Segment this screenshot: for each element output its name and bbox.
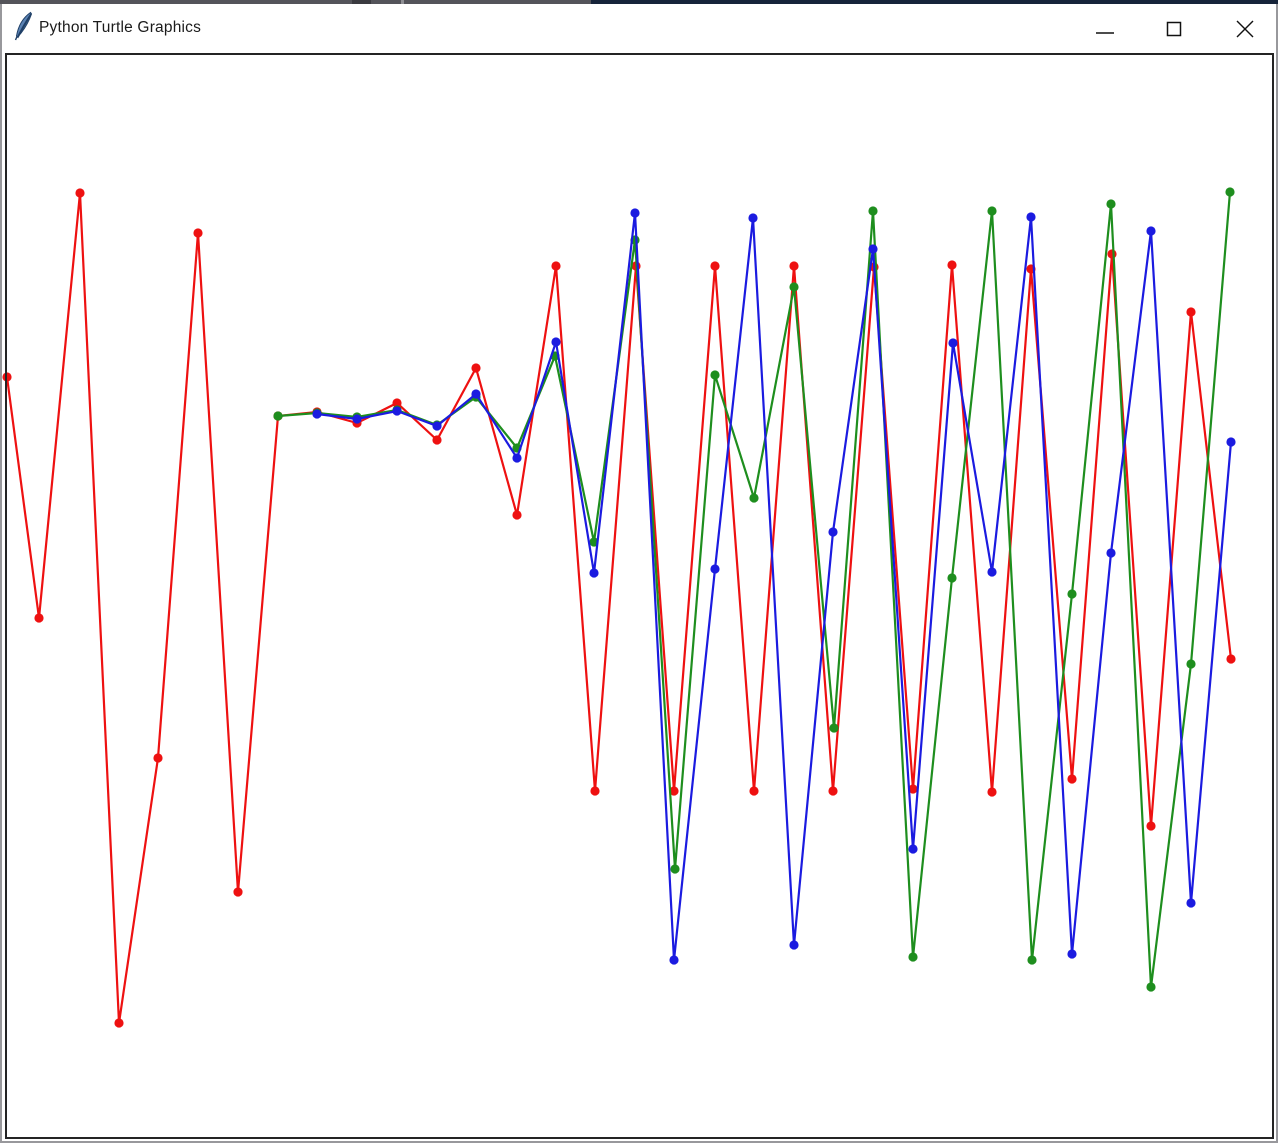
background-window-strip (0, 0, 1278, 4)
maximize-icon (1163, 18, 1185, 40)
strip-segment (401, 0, 404, 4)
close-button[interactable] (1228, 12, 1262, 46)
minimize-button[interactable] (1088, 12, 1122, 46)
minimize-icon (1094, 18, 1116, 40)
window-edge-left (0, 4, 2, 1143)
strip-segment (591, 0, 1278, 4)
strip-segment (352, 0, 371, 4)
title-bar: Python Turtle Graphics (0, 4, 1278, 53)
canvas-border (5, 53, 1274, 1139)
maximize-button[interactable] (1157, 12, 1191, 46)
tk-feather-icon (13, 11, 37, 41)
close-icon (1234, 18, 1256, 40)
window-title: Python Turtle Graphics (39, 19, 201, 37)
strip-segment (0, 0, 591, 4)
